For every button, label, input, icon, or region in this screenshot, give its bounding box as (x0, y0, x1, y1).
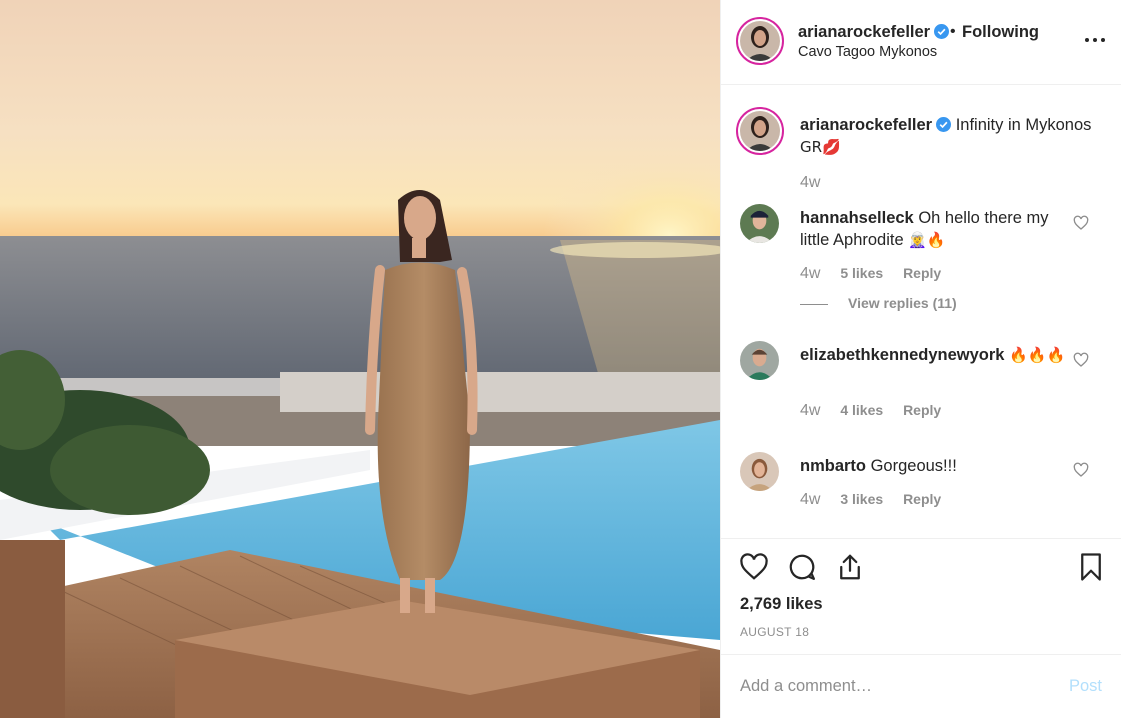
replies-divider-line (800, 303, 828, 305)
caption-username[interactable]: arianarockefeller (800, 116, 932, 134)
comment-username[interactable]: hannahselleck (800, 209, 914, 227)
caption-text: arianarockefeller Infinity in Mykonos GR… (800, 114, 1100, 158)
comment-meta: 4w 3 likes Reply (800, 491, 957, 509)
more-options-icon[interactable] (1083, 28, 1107, 52)
avatar[interactable] (740, 21, 780, 61)
post-side-panel: arianarockefeller • Following Cavo Tagoo… (720, 0, 1121, 718)
comment-username[interactable]: nmbarto (800, 457, 866, 475)
comment-emoji: 🔥🔥🔥 (1009, 346, 1066, 364)
view-replies-button[interactable]: View replies (11) (800, 295, 957, 311)
post-header: arianarockefeller • Following Cavo Tagoo… (721, 0, 1121, 85)
verified-badge-icon (936, 117, 952, 132)
comment-likes[interactable]: 5 likes (840, 265, 883, 281)
reply-button[interactable]: Reply (903, 402, 941, 418)
comment-like-heart-icon[interactable] (1073, 215, 1089, 231)
comments-list[interactable]: arianarockefeller Infinity in Mykonos GR… (721, 86, 1121, 538)
comment-input[interactable] (740, 673, 1040, 699)
post-date[interactable]: AUGUST 18 (740, 625, 809, 639)
avatar[interactable] (740, 111, 780, 151)
view-replies-label: View replies (11) (848, 295, 957, 311)
post-actions: 2,769 likes AUGUST 18 (721, 538, 1121, 648)
avatar[interactable] (740, 341, 779, 380)
comment-meta: 4w 5 likes Reply (800, 265, 957, 283)
post-photo[interactable] (0, 0, 720, 718)
post-author-username[interactable]: arianarockefeller (798, 23, 950, 42)
avatar[interactable] (740, 452, 779, 491)
comment-timestamp[interactable]: 4w (800, 491, 820, 508)
reply-button[interactable]: Reply (903, 491, 941, 507)
comment-likes[interactable]: 4 likes (840, 402, 883, 418)
comment-timestamp[interactable]: 4w (800, 265, 820, 282)
following-button[interactable]: Following (962, 23, 1039, 42)
add-comment-bar: Post (721, 654, 1121, 718)
comment-emoji: 🧝‍♀️🔥 (908, 231, 946, 249)
post-likes-count[interactable]: 2,769 likes (740, 595, 823, 614)
verified-badge-icon (934, 24, 950, 39)
post-comment-button[interactable]: Post (1069, 677, 1102, 696)
comment-body: Gorgeous!!! (870, 457, 957, 475)
share-icon[interactable] (835, 552, 865, 582)
comment-like-heart-icon[interactable] (1073, 462, 1089, 478)
separator-dot: • (950, 23, 956, 40)
caption-timestamp[interactable]: 4w (800, 174, 820, 192)
comment-meta: 4w 4 likes Reply (800, 402, 957, 420)
comment-username[interactable]: elizabethkennedynewyork (800, 346, 1005, 364)
reply-button[interactable]: Reply (903, 265, 941, 281)
heart-icon[interactable] (739, 552, 769, 582)
comment-icon[interactable] (787, 552, 817, 582)
comment-timestamp[interactable]: 4w (800, 402, 820, 419)
post-image (0, 0, 720, 718)
comment-text: elizabethkennedynewyork 🔥🔥🔥 (800, 344, 1066, 366)
comment-likes[interactable]: 3 likes (840, 491, 883, 507)
location-link[interactable]: Cavo Tagoo Mykonos (798, 44, 937, 60)
caption-body: Infinity in Mykonos (955, 116, 1092, 134)
comment-text: hannahselleck Oh hello there my little A… (800, 207, 1066, 251)
caption-emoji: GR💋 (800, 138, 841, 156)
comment-like-heart-icon[interactable] (1073, 352, 1089, 368)
avatar[interactable] (740, 204, 779, 243)
bookmark-icon[interactable] (1076, 552, 1106, 582)
comment-text: nmbarto Gorgeous!!! (800, 455, 1066, 477)
